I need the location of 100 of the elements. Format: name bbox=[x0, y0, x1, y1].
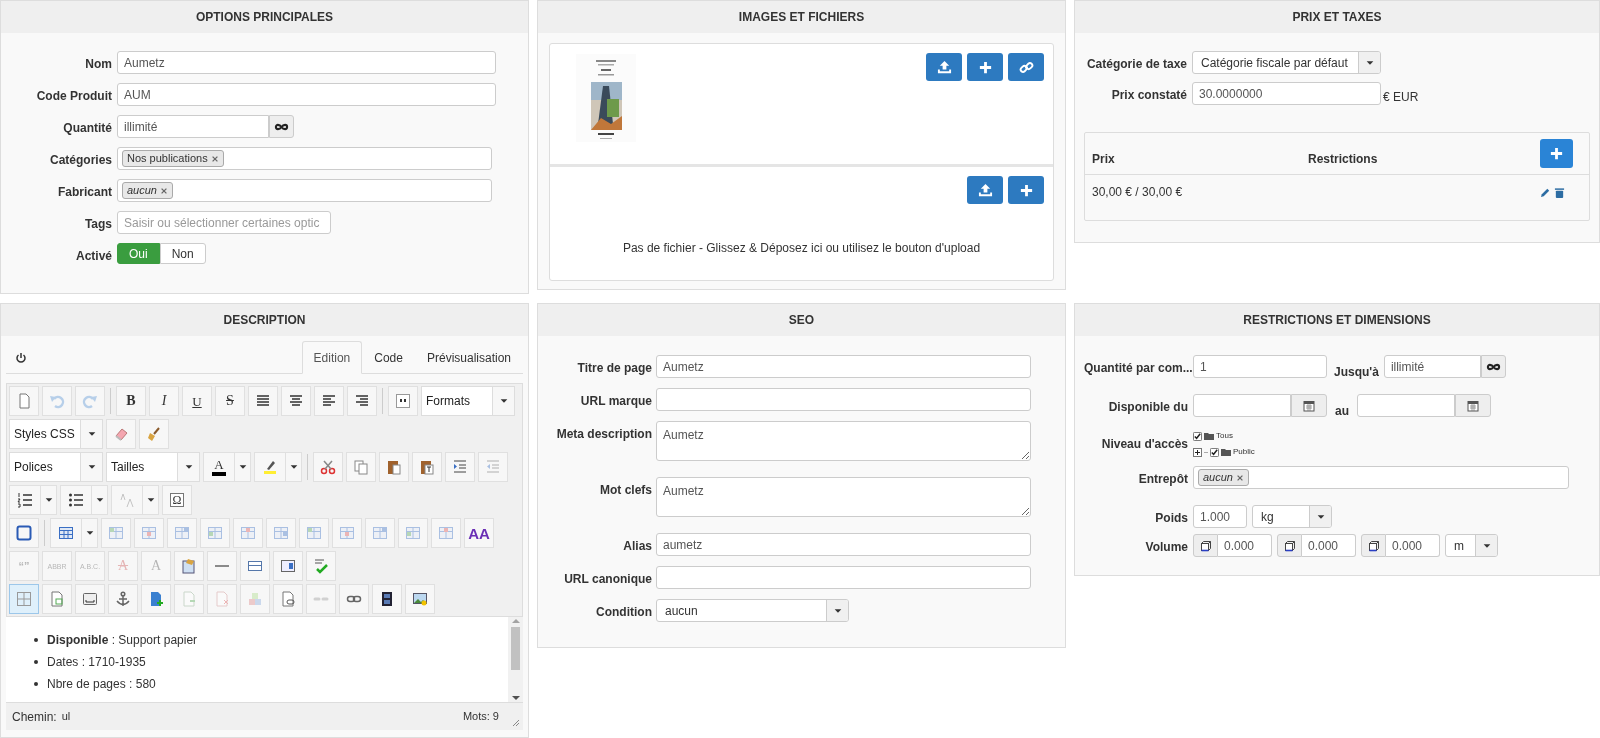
add-button[interactable] bbox=[967, 53, 1003, 81]
field-label: Meta description bbox=[555, 426, 652, 443]
select-dropdown[interactable]: Catégorie fiscale par défaut bbox=[1192, 51, 1381, 74]
text-input[interactable]: AUM bbox=[117, 83, 496, 106]
checkmark-icon bbox=[313, 558, 329, 574]
split-button[interactable] bbox=[254, 452, 302, 482]
tag-label: aucun bbox=[1203, 470, 1233, 486]
select-dropdown[interactable]: Tailles bbox=[106, 452, 200, 482]
text-input[interactable]: 0.000 bbox=[1218, 534, 1272, 557]
upload-button[interactable] bbox=[926, 53, 962, 81]
unlimited-button[interactable] bbox=[1480, 355, 1506, 378]
document-icon bbox=[280, 591, 296, 607]
table-icon bbox=[339, 525, 355, 541]
field-label: URL marque bbox=[579, 393, 652, 410]
text-input[interactable] bbox=[656, 566, 1031, 589]
table-icon bbox=[273, 525, 289, 541]
toolbar-button[interactable]: Ω bbox=[162, 485, 192, 515]
checkbox[interactable] bbox=[1210, 447, 1219, 457]
text-input[interactable] bbox=[1193, 394, 1291, 417]
select-dropdown[interactable]: kg bbox=[1252, 505, 1332, 528]
text-area[interactable]: Aumetz bbox=[656, 421, 1031, 461]
field-label: Entrepôt bbox=[1137, 471, 1188, 488]
tag-label: Nos publications bbox=[127, 151, 208, 167]
text-area[interactable]: Aumetz bbox=[656, 477, 1031, 517]
scrollbar[interactable] bbox=[508, 617, 523, 702]
text-input[interactable]: 1 bbox=[1193, 355, 1327, 378]
toggle-button[interactable]: Non bbox=[159, 243, 206, 264]
unlimited-button[interactable] bbox=[269, 115, 294, 138]
toolbar-button[interactable] bbox=[9, 518, 39, 548]
text-input[interactable]: 1.000 bbox=[1193, 505, 1247, 528]
tag-field[interactable]: aucun bbox=[117, 179, 492, 202]
select-dropdown[interactable]: Formats bbox=[421, 386, 515, 416]
text-input[interactable]: illimité bbox=[117, 115, 269, 138]
text-input[interactable]: 30.0000000 bbox=[1192, 82, 1381, 105]
text-input[interactable]: Aumetz bbox=[117, 51, 496, 74]
field-label: Condition bbox=[595, 604, 652, 621]
bullet-icon bbox=[34, 659, 38, 664]
field-label: Disponible du bbox=[1107, 399, 1188, 416]
path-value[interactable]: ul bbox=[61, 708, 71, 725]
tag-field[interactable]: Nos publications bbox=[117, 147, 492, 170]
field-label: URL canonique bbox=[563, 571, 652, 588]
film-icon bbox=[379, 591, 395, 607]
text-input[interactable] bbox=[1357, 394, 1455, 417]
document-icon bbox=[214, 591, 230, 607]
tree-label[interactable]: Public bbox=[1233, 446, 1255, 458]
table-icon bbox=[207, 525, 223, 541]
box-icon bbox=[82, 591, 98, 607]
checkbox[interactable] bbox=[1193, 431, 1202, 441]
broom-icon bbox=[146, 426, 162, 442]
add-button[interactable] bbox=[1008, 176, 1044, 204]
infinity-icon bbox=[1485, 361, 1501, 372]
empty-message: Pas de fichier - Glissez & Déposez ici ou utilisez le bouton d'upload bbox=[621, 240, 982, 257]
select-dropdown[interactable]: Styles CSS bbox=[9, 419, 103, 449]
expander-icon[interactable] bbox=[1193, 447, 1202, 457]
toolbar-button[interactable]: I bbox=[149, 386, 179, 416]
calendar-button[interactable] bbox=[1455, 394, 1491, 417]
field-label: au bbox=[1335, 403, 1349, 420]
upload-icon bbox=[936, 59, 952, 75]
toolbar-button[interactable] bbox=[372, 584, 402, 614]
tree-label[interactable]: Tous bbox=[1216, 430, 1233, 442]
toolbar-button[interactable]: AA bbox=[464, 518, 494, 548]
text-input[interactable]: illimité bbox=[1383, 355, 1481, 378]
document-icon bbox=[49, 591, 65, 607]
split-button[interactable] bbox=[60, 485, 108, 515]
select-dropdown[interactable]: m bbox=[1445, 534, 1498, 557]
upload-button[interactable] bbox=[967, 176, 1003, 204]
bullet-icon bbox=[34, 637, 38, 642]
text-input[interactable] bbox=[656, 388, 1031, 411]
trash-icon bbox=[1554, 186, 1565, 198]
split-button[interactable]: A bbox=[203, 452, 251, 482]
text-input[interactable]: Saisir ou sélectionner certaines optic bbox=[117, 211, 331, 234]
select-dropdown[interactable]: Polices bbox=[9, 452, 103, 482]
toolbar-button[interactable]: S bbox=[215, 386, 245, 416]
list-text: Nbre de pages : 580 bbox=[47, 675, 156, 693]
bullet-icon bbox=[34, 681, 38, 686]
editor-tab[interactable]: Prévisualisation bbox=[414, 341, 523, 374]
infinity-icon bbox=[274, 121, 289, 132]
editor-tab[interactable]: Code bbox=[362, 341, 415, 374]
field-label: Quantité bbox=[62, 120, 112, 137]
text-input[interactable]: 0.000 bbox=[1302, 534, 1356, 557]
calendar-icon bbox=[1303, 399, 1315, 412]
toolbar-button[interactable]: B bbox=[116, 386, 146, 416]
text-input[interactable]: aumetz bbox=[656, 533, 1031, 556]
text-input[interactable]: 0.000 bbox=[1386, 534, 1440, 557]
field-label: Catégories bbox=[48, 152, 112, 169]
cube-icon bbox=[1367, 539, 1380, 552]
text-input[interactable]: Aumetz bbox=[656, 355, 1031, 378]
calendar-button[interactable] bbox=[1291, 394, 1327, 417]
toolbar-button[interactable]: U bbox=[182, 386, 212, 416]
split-button[interactable] bbox=[50, 518, 98, 548]
select-dropdown[interactable]: aucun bbox=[656, 599, 849, 622]
link-button[interactable] bbox=[1008, 53, 1044, 81]
tag-field[interactable]: aucun bbox=[1193, 466, 1569, 489]
table-cell-text: 30,00 € / 30,00 € bbox=[1092, 184, 1183, 201]
align-justify-icon bbox=[255, 393, 271, 409]
editor-tab[interactable]: Edition bbox=[301, 341, 363, 374]
split-button[interactable] bbox=[9, 485, 57, 515]
image-icon bbox=[412, 591, 428, 607]
toolbar-button[interactable] bbox=[405, 584, 435, 614]
add-button[interactable] bbox=[1540, 139, 1573, 168]
